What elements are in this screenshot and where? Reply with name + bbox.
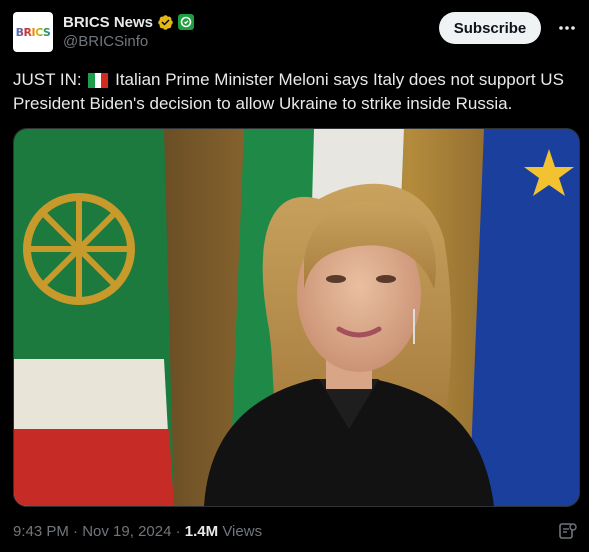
views-count: 1.4M	[184, 523, 219, 540]
gold-check-icon	[158, 14, 173, 30]
more-icon[interactable]	[557, 18, 577, 38]
meta-separator: ·	[175, 523, 181, 540]
tweet-photo[interactable]	[13, 128, 580, 507]
grok-analyze-icon[interactable]	[558, 521, 578, 541]
tweet-meta: 9:43 PM · Nov 19, 2024 · 1.4M Views	[13, 523, 262, 540]
display-name[interactable]: BRICS News	[63, 14, 153, 31]
tweet-date[interactable]: Nov 19, 2024	[82, 523, 171, 540]
avatar-logo-text: BRICS	[15, 25, 51, 39]
photo-meloni	[14, 129, 579, 506]
author-info: BRICS News @BRICSinfo	[63, 12, 195, 50]
tweet-text: JUST IN: Italian Prime Minister Meloni s…	[13, 68, 579, 116]
handle[interactable]: @BRICSinfo	[63, 33, 194, 50]
affiliate-icon	[178, 14, 195, 30]
avatar[interactable]: BRICS	[13, 12, 53, 52]
tweet-time[interactable]: 9:43 PM	[13, 523, 69, 540]
meta-separator: ·	[73, 523, 79, 540]
subscribe-button[interactable]: Subscribe	[439, 12, 541, 44]
tweet-prefix: JUST IN:	[13, 70, 82, 89]
views-label: Views	[222, 523, 263, 540]
italy-flag-icon	[88, 73, 109, 88]
tweet-header: BRICS BRICS News @BRICSinfo Subscribe	[13, 12, 577, 52]
